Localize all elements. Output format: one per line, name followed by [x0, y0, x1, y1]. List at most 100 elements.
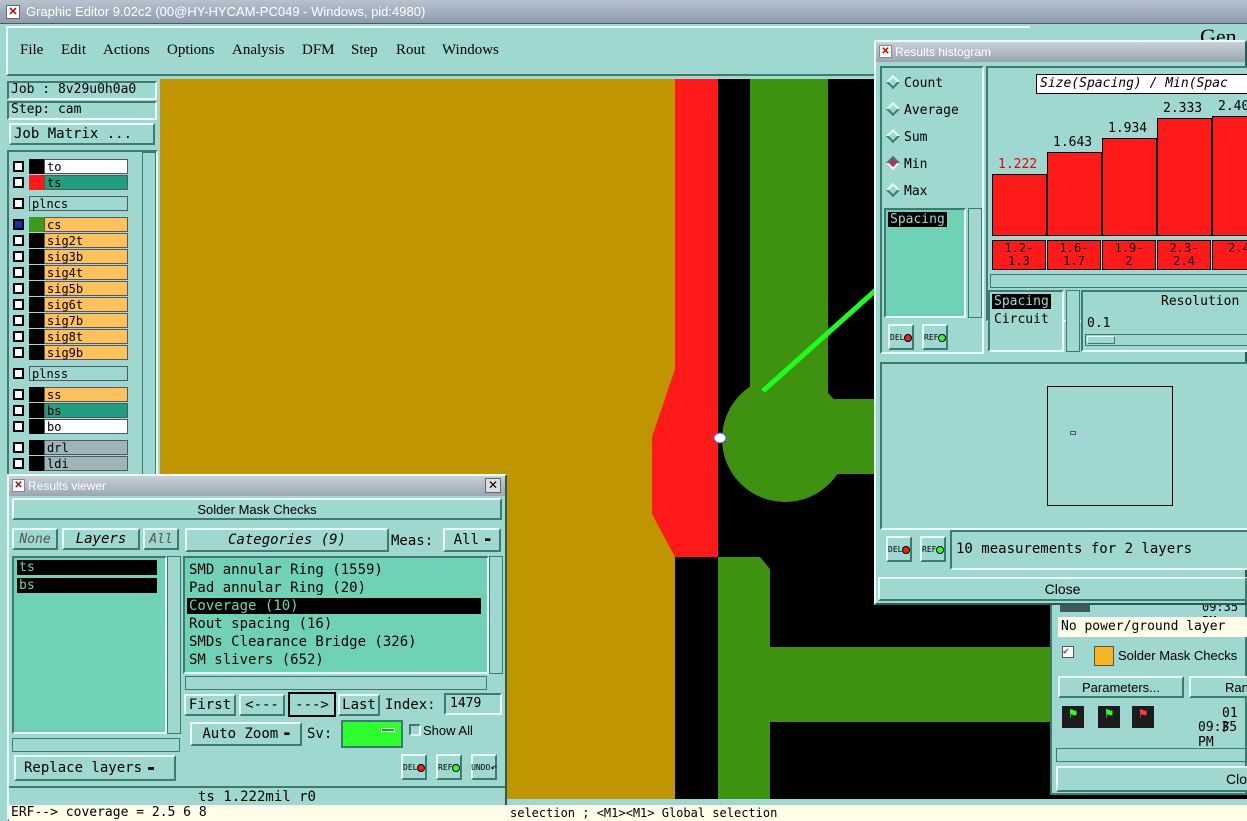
layer-row-drl[interactable]: drl — [10, 440, 128, 455]
layer-color-swatch[interactable] — [29, 313, 44, 328]
run-button[interactable]: Ran — [1189, 676, 1247, 698]
smc-checkbox[interactable]: ✔ — [1062, 646, 1074, 658]
menu-analysis[interactable]: Analysis — [232, 42, 285, 59]
layer-checkbox[interactable] — [13, 421, 24, 432]
layer-color-swatch[interactable] — [29, 297, 44, 312]
mode-list-vscroll[interactable] — [968, 208, 982, 318]
layer-row-ss[interactable]: ss — [10, 387, 128, 402]
layer-results-list[interactable]: ts bs — [12, 556, 167, 734]
layer-checkbox[interactable] — [13, 368, 24, 379]
layer-checkbox[interactable] — [13, 389, 24, 400]
layer-row-sig7b[interactable]: sig7b — [10, 313, 128, 328]
ref-button[interactable]: REF — [436, 754, 462, 780]
layer-row-sig3b[interactable]: sig3b — [10, 249, 128, 264]
layer-row-ts[interactable]: ts — [10, 175, 128, 190]
layer-row-bo[interactable]: bo — [10, 419, 128, 434]
layer-checkbox[interactable] — [13, 405, 24, 416]
layer-checkbox[interactable] — [13, 315, 24, 326]
layer-checkbox[interactable] — [13, 331, 24, 342]
histogram-layer-list[interactable]: Spacing — [884, 208, 966, 318]
category-item[interactable]: Pad annular Ring (20) — [187, 580, 481, 596]
layer-list-vscroll[interactable] — [167, 556, 181, 734]
prev-button[interactable]: <--- — [239, 694, 285, 716]
hist-ref-button[interactable]: REF — [922, 324, 948, 350]
list-item[interactable]: Spacing — [888, 212, 947, 227]
categories-tab[interactable]: Categories (9) — [185, 528, 389, 552]
list-item[interactable]: Spacing — [992, 294, 1051, 309]
layer-color-swatch[interactable] — [29, 419, 44, 434]
layer-checkbox[interactable] — [13, 283, 24, 294]
layer-row-to[interactable]: to — [10, 159, 128, 174]
run-icon-2[interactable]: ⚑ — [1096, 704, 1122, 730]
layer-row-sig8t[interactable]: sig8t — [10, 329, 128, 344]
mode-radio-average[interactable]: Average — [885, 101, 959, 118]
slider-thumb[interactable] — [1087, 336, 1115, 344]
layer-checkbox[interactable] — [13, 219, 24, 230]
layer-checkbox[interactable] — [13, 458, 24, 469]
layer-checkbox[interactable] — [13, 161, 24, 172]
histogram-bar[interactable] — [992, 174, 1047, 236]
layer-row-ldi[interactable]: ldi — [10, 456, 128, 471]
histogram-bar[interactable] — [1102, 138, 1157, 236]
layer-color-swatch[interactable] — [29, 233, 44, 248]
layer-color-swatch[interactable] — [29, 249, 44, 264]
layer-row-bs[interactable]: bs — [10, 403, 128, 418]
layer-row-plncs[interactable]: plncs — [10, 196, 128, 211]
layer-color-swatch[interactable] — [29, 440, 44, 455]
sv-color-dropdown[interactable] — [341, 720, 403, 748]
layer-row-plnss[interactable]: plnss — [10, 366, 128, 381]
layer-list-hscroll[interactable] — [12, 738, 180, 752]
layer-color-swatch[interactable] — [29, 265, 44, 280]
resolution-slider[interactable] — [1085, 334, 1247, 346]
none-button[interactable]: None — [12, 528, 58, 550]
layer-color-swatch[interactable] — [29, 329, 44, 344]
list-item[interactable]: Circuit — [994, 312, 1049, 327]
layer-color-swatch[interactable] — [29, 281, 44, 296]
layer-row-cs[interactable]: cs — [10, 217, 128, 232]
category-list[interactable]: SMD annular Ring (1559) Pad annular Ring … — [183, 556, 489, 674]
mode-radio-max[interactable]: Max — [885, 182, 927, 199]
category-list-hscroll[interactable] — [185, 676, 487, 690]
menu-file[interactable]: File — [20, 42, 43, 59]
menu-rout[interactable]: Rout — [396, 42, 425, 59]
layer-item[interactable]: ts — [17, 560, 157, 575]
menu-dfm[interactable]: DFM — [302, 42, 335, 59]
right-hscroll[interactable] — [1056, 748, 1246, 762]
menu-actions[interactable]: Actions — [103, 42, 150, 59]
layer-checkbox[interactable] — [13, 177, 24, 188]
mode-radio-min[interactable]: Min — [885, 155, 927, 172]
layer-checkbox[interactable] — [13, 347, 24, 358]
layer-row-sig6t[interactable]: sig6t — [10, 297, 128, 312]
histogram-close-button[interactable]: Close — [878, 577, 1247, 601]
run-icon-1[interactable]: ⚑ — [1060, 704, 1086, 730]
index-input[interactable]: 1479 — [444, 693, 502, 715]
layer-checkbox[interactable] — [13, 251, 24, 262]
layer-row-sig4t[interactable]: sig4t — [10, 265, 128, 280]
del-button[interactable]: DEL — [401, 754, 427, 780]
measure-type-list[interactable]: Spacing Circuit — [988, 290, 1064, 352]
all-button[interactable]: All — [143, 528, 179, 550]
menu-windows[interactable]: Windows — [442, 42, 499, 59]
layer-checkbox[interactable] — [13, 299, 24, 310]
category-item[interactable]: Rout spacing (16) — [187, 616, 481, 632]
menu-edit[interactable]: Edit — [61, 42, 86, 59]
hist-del-button[interactable]: DEL — [888, 324, 914, 350]
measure-type-vscroll[interactable] — [1066, 290, 1080, 352]
hist-ref-button-2[interactable]: REF — [920, 536, 946, 562]
job-matrix-button[interactable]: Job Matrix ... — [9, 123, 155, 145]
category-item[interactable]: SMD annular Ring (1559) — [187, 562, 481, 578]
category-list-vscroll[interactable] — [489, 556, 503, 674]
mode-radio-count[interactable]: Count — [885, 74, 943, 91]
layer-color-swatch[interactable] — [29, 175, 44, 190]
next-button[interactable]: ---> — [288, 692, 336, 717]
run-icon-3[interactable]: ⚑ — [1130, 704, 1156, 730]
layer-checkbox[interactable] — [13, 267, 24, 278]
mode-radio-sum[interactable]: Sum — [885, 128, 927, 145]
histogram-bar[interactable] — [1157, 118, 1212, 236]
layer-row-sig9b[interactable]: sig9b — [10, 345, 128, 360]
auto-zoom-dropdown[interactable]: Auto Zoom ▬ — [190, 722, 302, 746]
menu-options[interactable]: Options — [167, 42, 215, 59]
layer-color-swatch[interactable] — [29, 456, 44, 471]
meas-dropdown[interactable]: All ▬ — [443, 528, 501, 552]
layer-item[interactable]: bs — [17, 578, 157, 593]
